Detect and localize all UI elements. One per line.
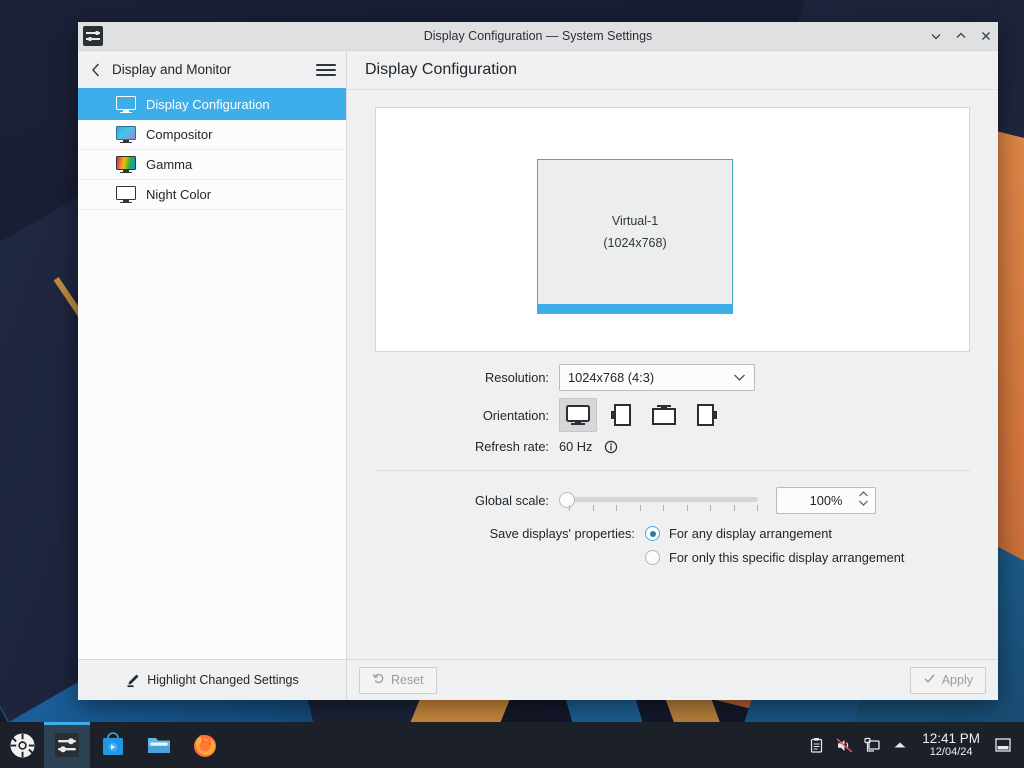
monitor-arrangement-canvas[interactable]: Virtual-1 (1024x768) (375, 107, 970, 352)
refresh-rate-label: Refresh rate: (475, 439, 549, 454)
sidebar-item-label: Compositor (146, 127, 213, 142)
orientation-buttons (559, 398, 726, 432)
save-properties-label: Save displays' properties: (489, 526, 635, 541)
orientation-row: Orientation: (375, 398, 970, 432)
radio-any-display-arrangement[interactable] (645, 526, 660, 541)
undo-icon (372, 672, 385, 688)
sidebar-list: Display Configuration Compositor Gamma N… (78, 90, 346, 659)
taskbar-item-file-manager[interactable] (136, 722, 182, 768)
orientation-portrait-left-button[interactable] (602, 398, 640, 432)
radio-label-any: For any display arrangement (669, 526, 832, 541)
orientation-label: Orientation: (482, 407, 549, 423)
window-controls (923, 22, 998, 50)
compositor-monitor-icon (116, 125, 138, 144)
apply-label: Apply (941, 673, 973, 687)
night-color-monitor-icon (116, 185, 138, 204)
close-icon[interactable] (973, 22, 998, 50)
resolution-row: Resolution: 1024x768 (4:3) (375, 364, 970, 391)
slider-track (565, 496, 758, 502)
slider-ticks (569, 504, 758, 511)
check-icon (923, 672, 936, 688)
apply-button[interactable]: Apply (909, 666, 986, 694)
save-properties-row-2: For only this specific display arrangeme… (375, 550, 970, 565)
clock-time: 12:41 PM (922, 730, 980, 746)
hamburger-menu-icon[interactable] (316, 63, 336, 76)
monitor-resolution: (1024x768) (603, 236, 667, 250)
save-properties-row-1: Save displays' properties: For any displ… (375, 526, 970, 541)
reset-button[interactable]: Reset (359, 666, 437, 694)
orientation-landscape-flipped-button[interactable] (645, 398, 683, 432)
clock-date: 12/04/24 (929, 746, 973, 759)
taskbar: 12:41 PM 12/04/24 (0, 722, 1024, 768)
gamma-monitor-icon (116, 155, 138, 174)
monitor-preview-virtual-1[interactable]: Virtual-1 (1024x768) (537, 159, 733, 314)
page-title: Display Configuration (347, 51, 998, 90)
maximize-icon[interactable] (948, 22, 973, 50)
kubuntu-start-icon[interactable] (0, 732, 44, 759)
clock[interactable]: 12:41 PM 12/04/24 (914, 731, 988, 759)
sidebar-item-night-color[interactable]: Night Color (78, 180, 346, 210)
main-pane: Display Configuration Virtual-1 (1024x76… (347, 51, 998, 700)
main-content: Virtual-1 (1024x768) Resolution: 1024x76… (347, 90, 998, 659)
system-tray: 12:41 PM 12/04/24 (802, 722, 1024, 768)
taskbar-item-system-settings[interactable] (44, 722, 90, 768)
clipboard-icon[interactable] (802, 722, 830, 768)
window-title: Display Configuration — System Settings (423, 29, 653, 43)
reset-label: Reset (391, 673, 424, 687)
orientation-landscape-button[interactable] (559, 398, 597, 432)
resolution-label: Resolution: (484, 370, 549, 385)
info-icon[interactable] (604, 440, 618, 454)
primary-display-indicator (537, 304, 733, 314)
sidebar-item-label: Gamma (146, 157, 193, 172)
system-settings-window: Display Configuration — System Settings (78, 22, 998, 700)
spinbox-buttons[interactable] (858, 490, 869, 507)
virtual-desktop-icon[interactable] (988, 736, 1018, 754)
network-icon[interactable] (858, 722, 886, 768)
bottom-action-bar: Reset Apply (347, 659, 998, 700)
minimize-icon[interactable] (923, 22, 948, 50)
global-scale-spinbox[interactable]: 100% (776, 487, 876, 514)
highlight-changed-settings-label: Highlight Changed Settings (147, 673, 299, 687)
radio-label-specific: For only this specific display arrangeme… (669, 550, 905, 565)
sidebar-item-label: Display Configuration (146, 97, 270, 112)
sidebar-item-compositor[interactable]: Compositor (78, 120, 346, 150)
global-scale-row: Global scale: 100% (375, 487, 970, 514)
sidebar-header: Display and Monitor (78, 51, 346, 90)
orientation-portrait-right-button[interactable] (688, 398, 726, 432)
monitor-name: Virtual-1 (611, 214, 659, 228)
monitor-icon (116, 95, 138, 114)
resolution-value: 1024x768 (4:3) (568, 370, 655, 385)
sidebar-item-gamma[interactable]: Gamma (78, 150, 346, 180)
sidebar-title: Display and Monitor (112, 62, 232, 77)
desktop: Display Configuration — System Settings (0, 0, 1024, 768)
sidebar: Display and Monitor Display Configuratio… (78, 51, 347, 700)
resolution-select[interactable]: 1024x768 (4:3) (559, 364, 755, 391)
window-body: Display and Monitor Display Configuratio… (78, 51, 998, 700)
refresh-rate-row: Refresh rate: 60 Hz (375, 439, 970, 454)
radio-specific-display-arrangement[interactable] (645, 550, 660, 565)
window-titlebar[interactable]: Display Configuration — System Settings (78, 22, 998, 51)
sidebar-item-display-configuration[interactable]: Display Configuration (78, 90, 346, 120)
global-scale-value: 100% (809, 493, 843, 508)
refresh-rate-value: 60 Hz (559, 439, 593, 454)
highlight-changed-settings-button[interactable]: Highlight Changed Settings (78, 659, 346, 700)
back-arrow-icon[interactable] (86, 62, 106, 78)
chevron-down-icon (733, 370, 746, 385)
speaker-muted-icon[interactable] (830, 722, 858, 768)
taskbar-item-firefox[interactable] (182, 722, 228, 768)
section-divider (375, 470, 970, 471)
global-scale-slider[interactable] (559, 488, 764, 514)
taskbar-item-software-store[interactable] (90, 722, 136, 768)
settings-sliders-icon (83, 26, 103, 46)
highlighter-pen-icon (125, 673, 140, 688)
chevron-up-icon[interactable] (886, 722, 914, 768)
sidebar-item-label: Night Color (146, 187, 212, 202)
global-scale-label: Global scale: (475, 493, 549, 508)
